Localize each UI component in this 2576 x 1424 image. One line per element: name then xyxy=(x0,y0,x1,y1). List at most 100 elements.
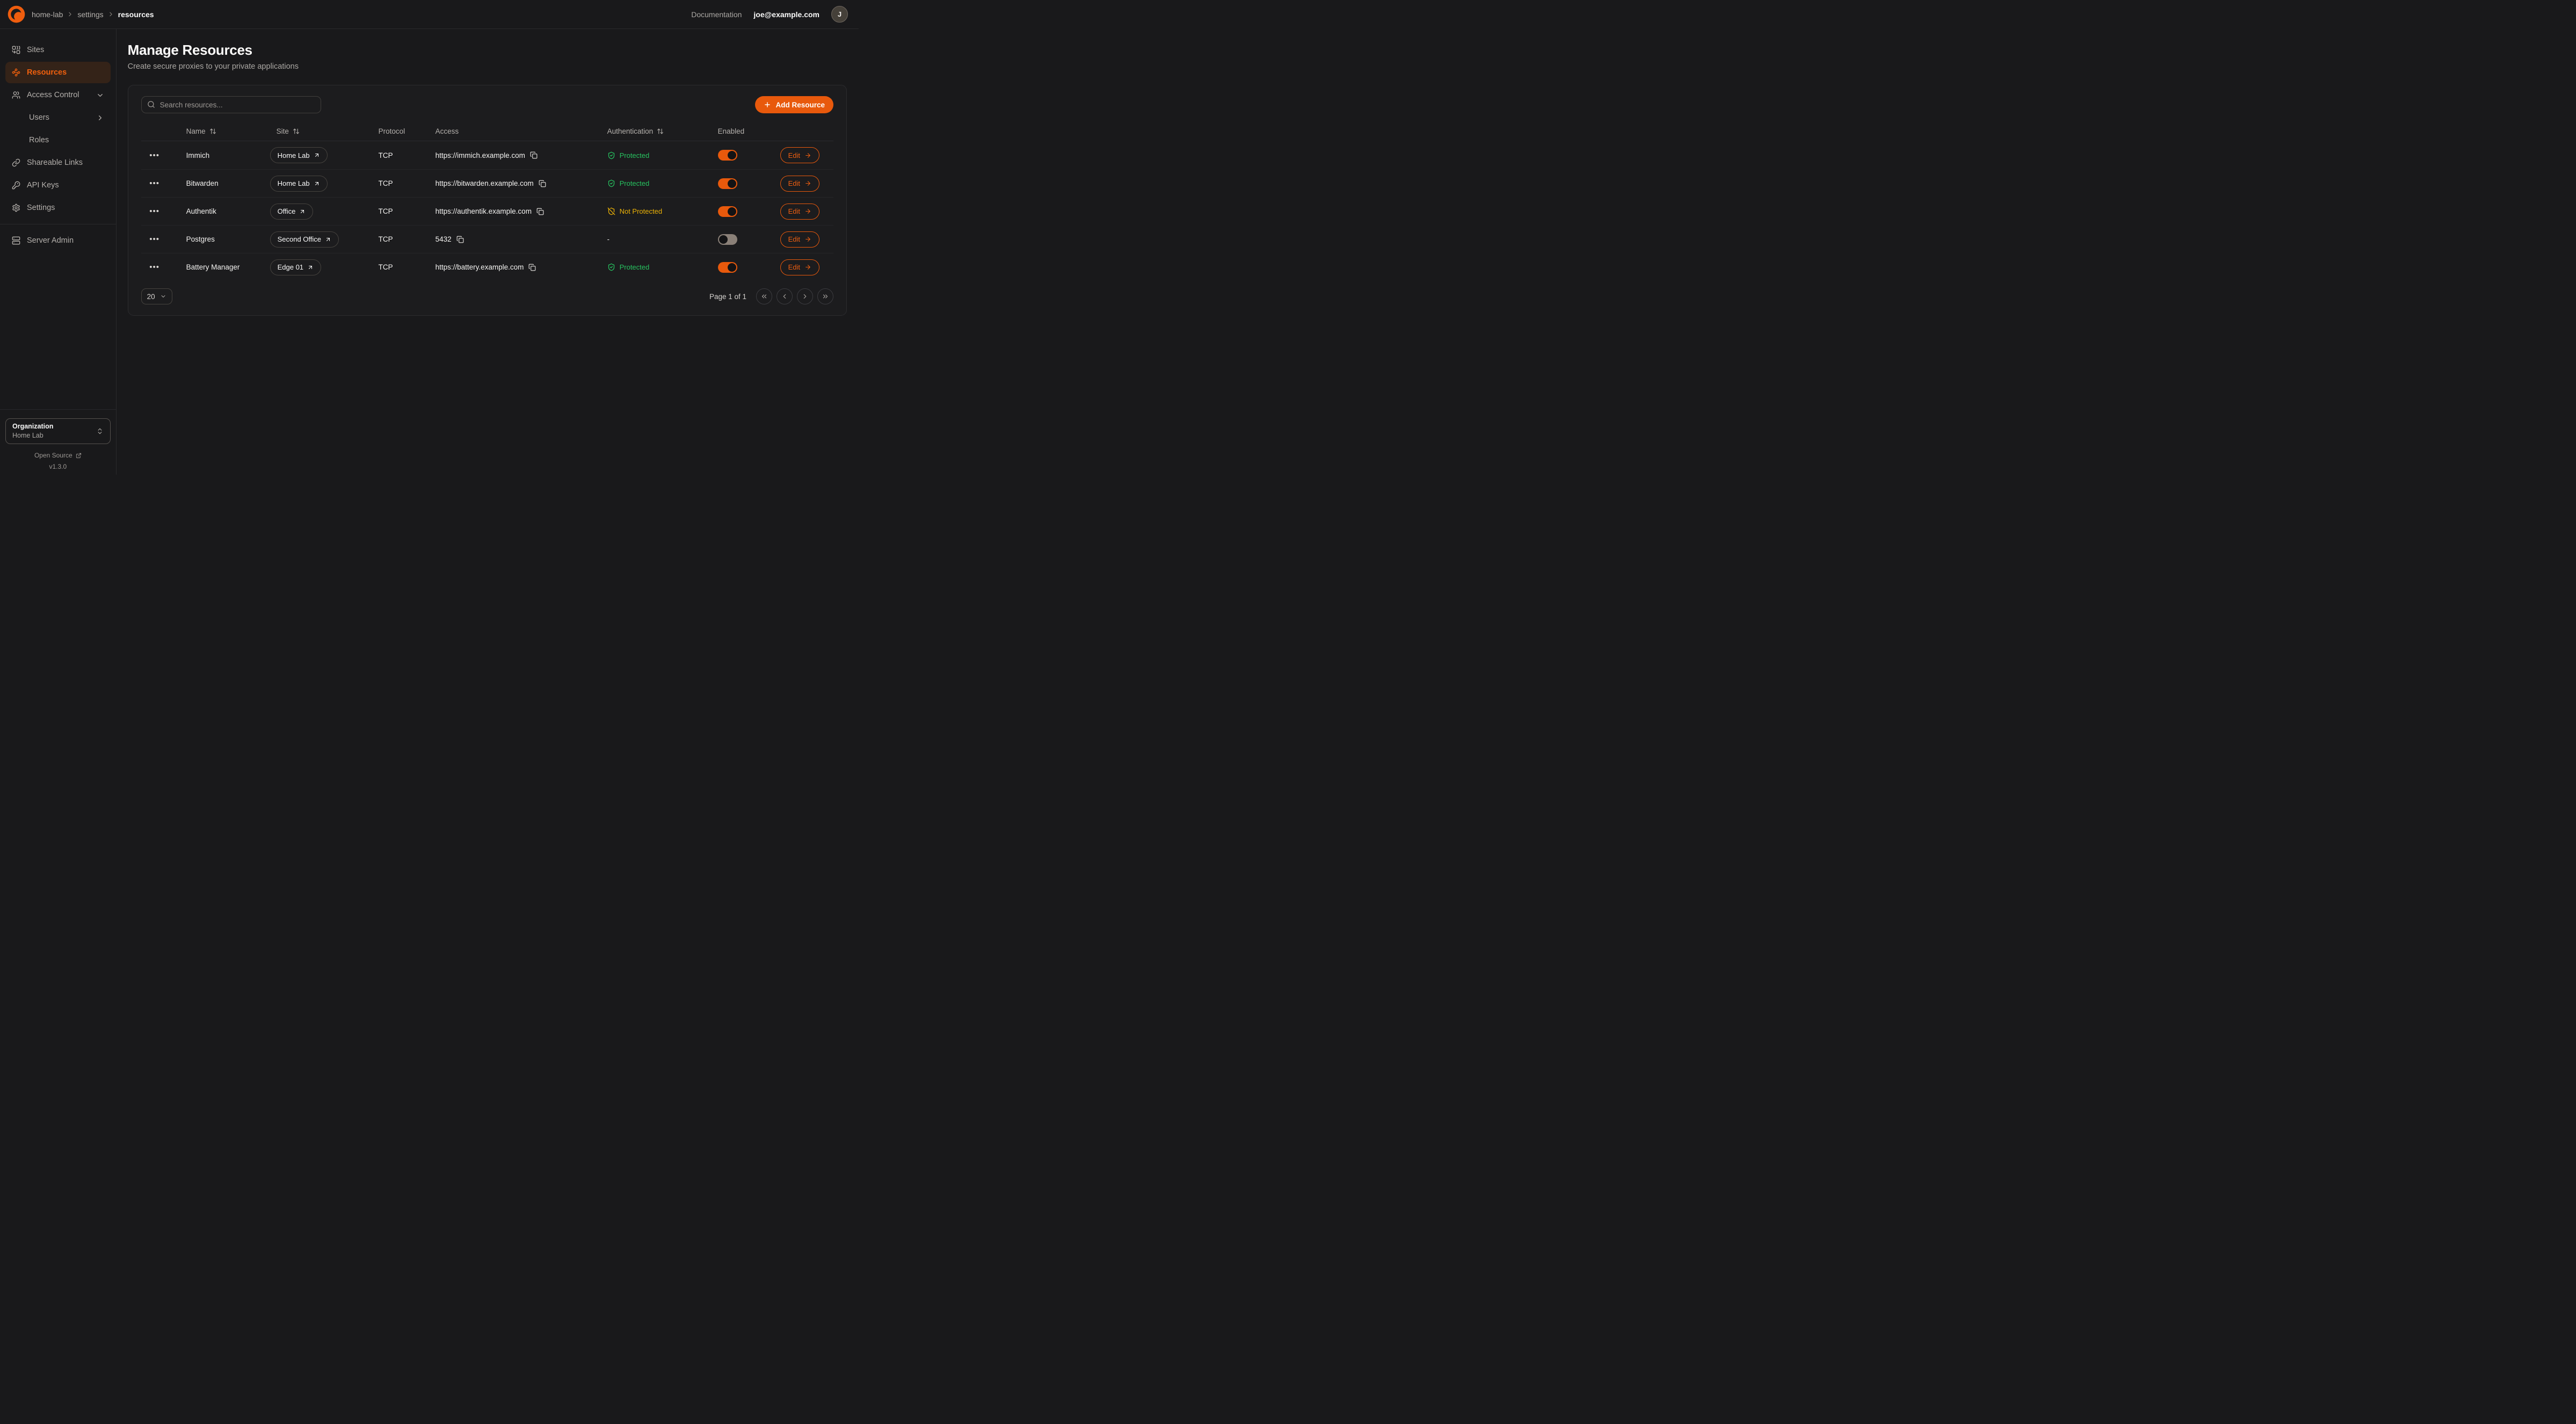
avatar[interactable]: J xyxy=(831,6,848,23)
sidebar-item-label: Settings xyxy=(27,204,55,212)
chevron-right-icon xyxy=(67,11,74,18)
open-source-link[interactable]: Open Source xyxy=(5,452,111,459)
column-header-protocol: Protocol xyxy=(368,127,425,135)
copy-icon xyxy=(456,236,464,243)
sidebar-bottom: Organization Home Lab Open Source v1.3.0 xyxy=(0,409,116,475)
chevron-right-icon xyxy=(107,11,114,18)
copy-icon xyxy=(528,264,536,271)
next-page-button[interactable] xyxy=(797,288,813,304)
breadcrumb-settings[interactable]: settings xyxy=(77,10,103,19)
table-row: ••• Authentik Office TCP https://authent… xyxy=(141,197,833,225)
site-link-button[interactable]: Edge 01 xyxy=(270,259,321,275)
edit-button[interactable]: Edit xyxy=(780,176,819,192)
auth-status: Not Protected xyxy=(597,207,707,215)
copy-button[interactable] xyxy=(536,208,544,215)
column-header-authentication[interactable]: Authentication xyxy=(597,127,707,135)
gear-icon xyxy=(12,204,20,212)
access-url: https://battery.example.com xyxy=(436,263,524,271)
site-link-button[interactable]: Home Lab xyxy=(270,147,328,163)
auth-status: Protected xyxy=(597,151,707,159)
breadcrumb-org[interactable]: home-lab xyxy=(32,10,63,19)
protocol-value: TCP xyxy=(368,151,425,159)
site-link-button[interactable]: Office xyxy=(270,204,314,220)
access-url: https://authentik.example.com xyxy=(436,207,532,215)
topbar-right: Documentation joe@example.com J xyxy=(691,6,848,23)
sidebar-item-label: Access Control xyxy=(27,91,79,99)
chevrons-right-icon xyxy=(822,293,829,300)
sidebar-item-label: Server Admin xyxy=(27,236,74,245)
add-resource-button[interactable]: Add Resource xyxy=(755,96,833,113)
sidebar-item-api-keys[interactable]: API Keys xyxy=(5,175,111,196)
last-page-button[interactable] xyxy=(817,288,833,304)
sidebar-item-settings[interactable]: Settings xyxy=(5,197,111,219)
edit-button[interactable]: Edit xyxy=(780,231,819,248)
auth-status: Protected xyxy=(597,263,707,271)
enabled-toggle[interactable] xyxy=(718,178,737,189)
row-menu-button[interactable]: ••• xyxy=(147,148,163,162)
sidebar-item-server-admin[interactable]: Server Admin xyxy=(5,230,111,251)
edit-button[interactable]: Edit xyxy=(780,204,819,220)
row-menu-button[interactable]: ••• xyxy=(147,177,163,191)
column-header-site[interactable]: Site xyxy=(266,127,368,135)
sidebar-item-resources[interactable]: Resources xyxy=(5,62,111,83)
chevron-right-icon xyxy=(801,293,809,300)
row-menu-button[interactable]: ••• xyxy=(147,205,163,219)
sidebar-item-sites[interactable]: Sites xyxy=(5,39,111,61)
site-link-button[interactable]: Second Office xyxy=(270,231,339,248)
arrow-right-icon xyxy=(804,264,811,271)
copy-button[interactable] xyxy=(530,151,538,159)
column-header-name[interactable]: Name xyxy=(176,127,266,135)
page-info: Page 1 of 1 xyxy=(709,293,746,301)
organization-value: Home Lab xyxy=(12,431,53,440)
resources-card: Add Resource Name Site Protocol xyxy=(128,85,847,316)
sidebar-item-label: Roles xyxy=(29,136,49,144)
auth-status: - xyxy=(597,235,707,243)
user-email[interactable]: joe@example.com xyxy=(753,10,819,19)
enabled-toggle[interactable] xyxy=(718,206,737,217)
resources-table: Name Site Protocol Access Authenticati xyxy=(141,122,833,281)
sidebar-item-roles[interactable]: Roles xyxy=(5,129,111,151)
copy-button[interactable] xyxy=(456,236,464,243)
plus-icon xyxy=(764,101,771,108)
row-menu-button[interactable]: ••• xyxy=(147,260,163,274)
edit-button[interactable]: Edit xyxy=(780,147,819,163)
copy-button[interactable] xyxy=(528,264,536,271)
external-link-icon xyxy=(76,453,82,459)
sidebar: Sites Resources Access Control Users Rol… xyxy=(0,29,117,475)
arrow-right-icon xyxy=(804,152,811,159)
copy-icon xyxy=(536,208,544,215)
combine-icon xyxy=(12,46,20,54)
chevron-right-icon xyxy=(96,114,104,122)
sort-icon xyxy=(657,128,664,135)
chevron-left-icon xyxy=(781,293,788,300)
enabled-toggle[interactable] xyxy=(718,262,737,273)
previous-page-button[interactable] xyxy=(777,288,793,304)
arrow-up-right-icon xyxy=(299,208,306,215)
copy-button[interactable] xyxy=(539,180,546,187)
organization-selector[interactable]: Organization Home Lab xyxy=(5,418,111,444)
site-link-button[interactable]: Home Lab xyxy=(270,176,328,192)
shield-check-icon xyxy=(607,263,615,271)
first-page-button[interactable] xyxy=(756,288,772,304)
search-input[interactable] xyxy=(141,96,321,113)
sidebar-item-shareable-links[interactable]: Shareable Links xyxy=(5,152,111,173)
arrow-up-right-icon xyxy=(314,152,320,158)
pager: Page 1 of 1 xyxy=(709,288,833,304)
pangolin-logo[interactable] xyxy=(8,5,25,23)
enabled-toggle[interactable] xyxy=(718,234,737,245)
sidebar-item-label: Resources xyxy=(27,68,67,77)
chevrons-up-down-icon xyxy=(96,427,104,435)
waypoints-icon xyxy=(12,68,20,77)
row-menu-button[interactable]: ••• xyxy=(147,233,163,246)
documentation-link[interactable]: Documentation xyxy=(691,10,742,19)
edit-button[interactable]: Edit xyxy=(780,259,819,275)
page-size-select[interactable]: 20 xyxy=(141,288,172,304)
enabled-toggle[interactable] xyxy=(718,150,737,161)
sidebar-item-users[interactable]: Users xyxy=(5,107,111,128)
breadcrumb: home-lab settings resources xyxy=(32,10,154,19)
chevron-down-icon xyxy=(96,91,104,99)
auth-status: Protected xyxy=(597,179,707,187)
organization-label: Organization xyxy=(12,422,53,431)
breadcrumb-current[interactable]: resources xyxy=(118,10,154,19)
sidebar-item-access-control[interactable]: Access Control xyxy=(5,84,111,106)
